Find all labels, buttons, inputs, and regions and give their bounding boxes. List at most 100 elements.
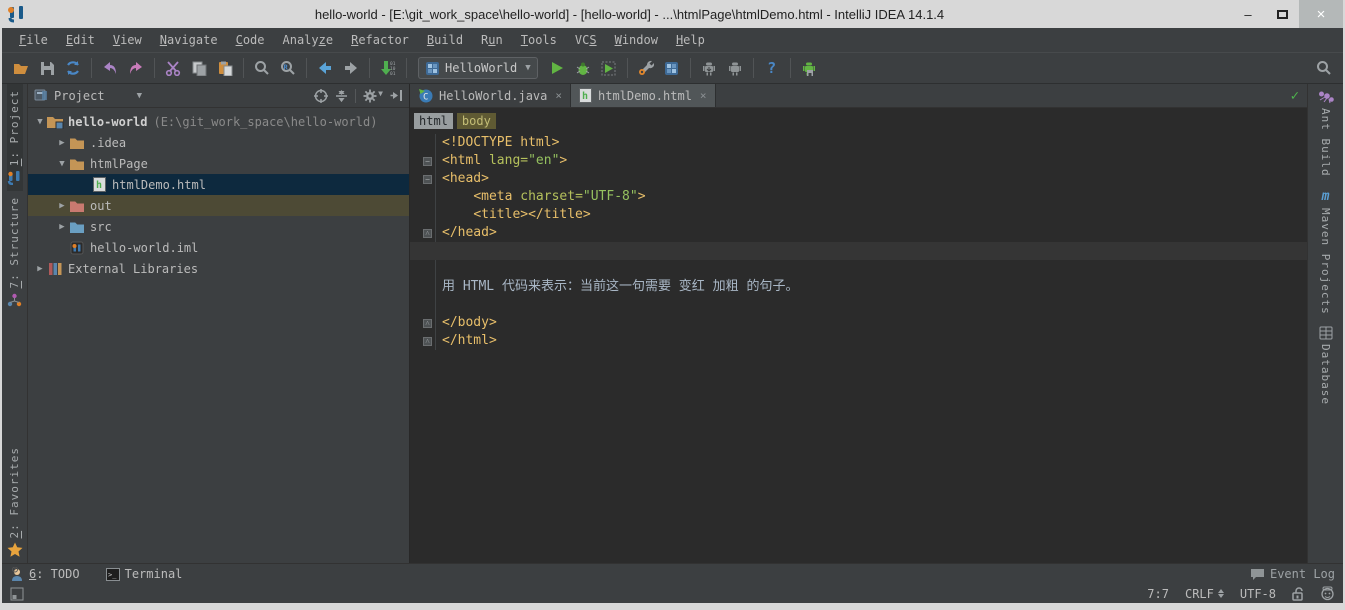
debug-button[interactable] xyxy=(570,55,596,81)
toolwindow-button-6-todo[interactable]: 6: TODO xyxy=(10,567,80,582)
cut-button[interactable] xyxy=(160,55,186,81)
collapsed-chevron-icon[interactable]: ▶ xyxy=(56,222,68,232)
event-log-button[interactable]: Event Log xyxy=(1250,567,1335,581)
back-button[interactable] xyxy=(312,55,338,81)
code-line[interactable] xyxy=(410,260,1307,278)
toolwindow-button--favorites[interactable]: 2: Favorites xyxy=(7,441,23,563)
tree-row-hello-world-iml[interactable]: hello-world.iml xyxy=(28,237,409,258)
collapsed-chevron-icon[interactable]: ▶ xyxy=(34,264,46,274)
code-line[interactable] xyxy=(410,296,1307,314)
breadcrumb-body[interactable]: body xyxy=(457,113,496,129)
save-all-button[interactable] xyxy=(34,55,60,81)
hector-button[interactable] xyxy=(1320,586,1335,601)
code-line[interactable]: −<html lang="en"> xyxy=(410,152,1307,170)
run-coverage-button[interactable] xyxy=(596,55,622,81)
tab-htmldemo-html[interactable]: hhtmlDemo.html× xyxy=(571,84,716,107)
project-structure-button[interactable] xyxy=(659,55,685,81)
code-line[interactable]: <!DOCTYPE html> xyxy=(410,134,1307,152)
toolwindow-toggle-button[interactable] xyxy=(10,587,24,601)
menu-view[interactable]: View xyxy=(104,30,151,50)
project-view-dropdown-icon[interactable]: ▼ xyxy=(137,91,142,101)
line-ending-select[interactable]: CRLF xyxy=(1185,587,1224,601)
hide-panel-button[interactable] xyxy=(390,89,403,102)
code-line[interactable]: ˄</html> xyxy=(410,332,1307,350)
close-button[interactable]: × xyxy=(1299,0,1343,28)
toolwindow-button--structure[interactable]: 7: Structure xyxy=(7,191,22,312)
menu-analyze[interactable]: Analyze xyxy=(274,30,343,50)
gear-button[interactable]: ▼ xyxy=(363,89,383,103)
replace-button[interactable]: R xyxy=(275,55,301,81)
menu-file[interactable]: File xyxy=(10,30,57,50)
search-button[interactable] xyxy=(1311,55,1337,81)
collapsed-chevron-icon[interactable]: ▶ xyxy=(56,138,68,148)
sdk-manager-button[interactable] xyxy=(696,55,722,81)
run-configuration-select[interactable]: HelloWorld▼ xyxy=(418,57,538,79)
menu-tools[interactable]: Tools xyxy=(512,30,566,50)
menu-vcs[interactable]: VCS xyxy=(566,30,606,50)
project-panel-title[interactable]: Project xyxy=(54,89,105,103)
code-line[interactable]: ˄</head> xyxy=(410,224,1307,242)
menu-edit[interactable]: Edit xyxy=(57,30,104,50)
help-button[interactable]: ? xyxy=(759,55,785,81)
update-project-button[interactable]: 011001 xyxy=(375,55,401,81)
toolwindow-button-maven-projects[interactable]: mMaven Projects xyxy=(1319,183,1332,321)
menu-navigate[interactable]: Navigate xyxy=(151,30,227,50)
redo-button[interactable] xyxy=(123,55,149,81)
lock-open-button[interactable] xyxy=(1292,587,1304,601)
tree-row-src[interactable]: ▶src xyxy=(28,216,409,237)
tree-row-hello-world[interactable]: ▼hello-world(E:\git_work_space\hello-wor… xyxy=(28,111,409,132)
fold-end-icon[interactable]: ˄ xyxy=(423,229,432,238)
menu-run[interactable]: Run xyxy=(472,30,512,50)
settings-button[interactable] xyxy=(633,55,659,81)
code-line[interactable]: <title></title> xyxy=(410,206,1307,224)
code-editor[interactable]: <!DOCTYPE html>−<html lang="en">−<head> … xyxy=(410,134,1307,563)
editor-gutter xyxy=(410,296,436,314)
code-line[interactable]: 用 HTML 代码来表示：当前这一句需要 变红 加粗 的句子。 xyxy=(410,278,1307,296)
toolwindow-button-terminal[interactable]: >_Terminal xyxy=(106,567,183,581)
caret-position[interactable]: 7:7 xyxy=(1147,587,1169,601)
close-tab-icon[interactable]: × xyxy=(700,89,707,102)
expanded-chevron-icon[interactable]: ▼ xyxy=(56,159,68,169)
encoding-select[interactable]: UTF-8 xyxy=(1240,587,1276,601)
android-commit-button[interactable] xyxy=(796,55,822,81)
find-button[interactable] xyxy=(249,55,275,81)
breadcrumb-html[interactable]: html xyxy=(414,113,453,129)
code-line[interactable]: ˄</body> xyxy=(410,314,1307,332)
tab-helloworld-java[interactable]: CHelloWorld.java× xyxy=(410,84,571,107)
copy-button[interactable] xyxy=(186,55,212,81)
expanded-chevron-icon[interactable]: ▼ xyxy=(34,117,46,127)
code-line[interactable]: −<body> xyxy=(410,242,1307,260)
menu-window[interactable]: Window xyxy=(606,30,667,50)
fold-end-icon[interactable]: ˄ xyxy=(423,337,432,346)
fold-start-icon[interactable]: − xyxy=(423,175,432,184)
minimize-button[interactable]: – xyxy=(1231,3,1265,25)
tree-row--idea[interactable]: ▶.idea xyxy=(28,132,409,153)
tree-row-htmlpage[interactable]: ▼htmlPage xyxy=(28,153,409,174)
collapsed-chevron-icon[interactable]: ▶ xyxy=(56,201,68,211)
toolwindow-button-database[interactable]: Database xyxy=(1319,320,1333,411)
fold-end-icon[interactable]: ˄ xyxy=(423,319,432,328)
fold-start-icon[interactable]: − xyxy=(423,157,432,166)
tree-row-out[interactable]: ▶out xyxy=(28,195,409,216)
toolwindow-button--project[interactable]: 1: Project xyxy=(7,84,23,191)
menu-build[interactable]: Build xyxy=(418,30,472,50)
menu-refactor[interactable]: Refactor xyxy=(342,30,418,50)
code-line[interactable]: −<head> xyxy=(410,170,1307,188)
menu-code[interactable]: Code xyxy=(227,30,274,50)
locate-button[interactable] xyxy=(314,89,328,103)
tree-row-external-libraries[interactable]: ▶External Libraries xyxy=(28,258,409,279)
maximize-button[interactable] xyxy=(1265,3,1299,25)
collapse-all-button[interactable] xyxy=(335,89,348,103)
avd-manager-button[interactable] xyxy=(722,55,748,81)
run-button[interactable] xyxy=(544,55,570,81)
menu-help[interactable]: Help xyxy=(667,30,714,50)
code-line[interactable]: <meta charset="UTF-8"> xyxy=(410,188,1307,206)
paste-button[interactable] xyxy=(212,55,238,81)
open-project-button[interactable] xyxy=(8,55,34,81)
undo-button[interactable] xyxy=(97,55,123,81)
forward-button[interactable] xyxy=(338,55,364,81)
synchronize-button[interactable] xyxy=(60,55,86,81)
tree-row-htmldemo-html[interactable]: hhtmlDemo.html xyxy=(28,174,409,195)
close-tab-icon[interactable]: × xyxy=(555,89,562,102)
toolwindow-button-ant-build[interactable]: Ant Build xyxy=(1318,84,1334,183)
